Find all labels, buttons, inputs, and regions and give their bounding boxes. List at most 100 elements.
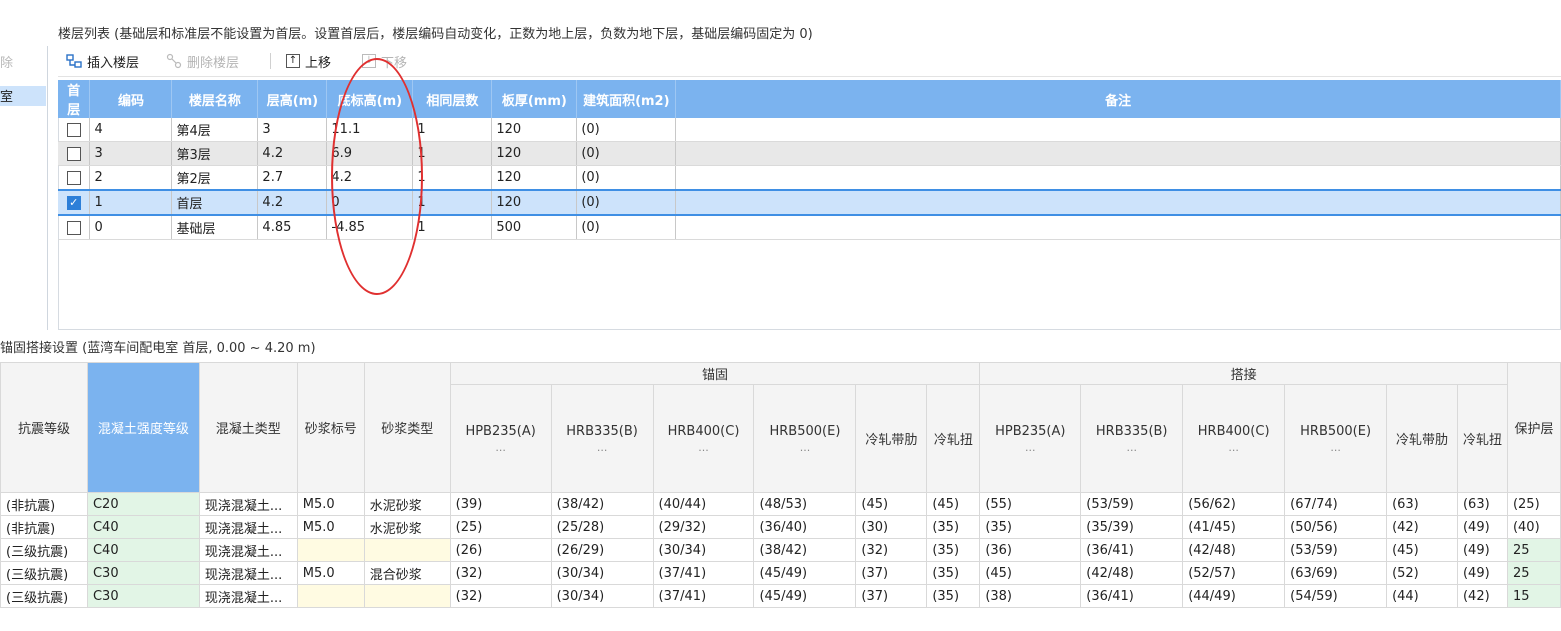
anchorage-cell[interactable]: C30	[86, 561, 200, 585]
floor-area-cell[interactable]: (0)	[576, 118, 677, 142]
col-header[interactable]: 备注	[675, 80, 1561, 118]
floor-height-cell[interactable]: 4.85	[257, 215, 328, 240]
anchorage-cell[interactable]: (44/49)	[1182, 584, 1286, 608]
floor-code-cell[interactable]: 2	[89, 165, 173, 191]
anchorage-cell[interactable]: (30/34)	[550, 561, 654, 585]
col-header[interactable]: 楼层名称	[171, 80, 259, 118]
anchorage-cell[interactable]	[296, 584, 365, 608]
anchorage-cell[interactable]: (54/59)	[1284, 584, 1388, 608]
anchorage-cell[interactable]: (35)	[926, 515, 981, 539]
anchorage-cell[interactable]: (36)	[979, 538, 1082, 562]
first-floor-checkbox-cell[interactable]	[58, 165, 91, 191]
floor-row[interactable]: 2 第2层 2.7 4.2 1 120 (0)	[58, 165, 1561, 191]
anchorage-cell[interactable]: (40)	[1506, 515, 1561, 539]
floor-name-cell[interactable]: 首层	[171, 189, 259, 216]
anchorage-cell[interactable]: (55)	[979, 492, 1082, 516]
first-floor-checkbox-cell[interactable]	[58, 118, 91, 142]
floor-row[interactable]: ✓ 1 首层 4.2 0 1 120 (0)	[58, 189, 1561, 216]
anchorage-cell[interactable]: (50/56)	[1284, 515, 1388, 539]
header-seismic[interactable]: 抗震等级	[0, 362, 88, 493]
anchorage-cell[interactable]: (30/34)	[550, 584, 654, 608]
floor-height-cell[interactable]: 4.2	[257, 189, 328, 216]
anchorage-cell[interactable]: M5.0	[296, 561, 365, 585]
floor-slab-cell[interactable]: 120	[491, 141, 578, 166]
col-header[interactable]: 层高(m)	[257, 80, 328, 118]
anchorage-cell[interactable]: C40	[86, 515, 200, 539]
anchorage-cell[interactable]: (67/74)	[1284, 492, 1388, 516]
header-hrb335-lap[interactable]: HRB335(B)...	[1080, 384, 1184, 493]
header-hrb400-anchor[interactable]: HRB400(C)...	[652, 384, 755, 493]
anchorage-cell[interactable]: 25	[1506, 561, 1561, 585]
anchorage-cell[interactable]: (26)	[449, 538, 552, 562]
anchorage-cell[interactable]: (25)	[1506, 492, 1561, 516]
header-hpb235-lap[interactable]: HPB235(A)...	[979, 384, 1082, 493]
anchorage-cell[interactable]: (37/41)	[652, 561, 755, 585]
anchorage-cell[interactable]: M5.0	[296, 492, 365, 516]
floor-height-cell[interactable]: 4.2	[257, 141, 328, 166]
anchorage-cell[interactable]: (44)	[1386, 584, 1458, 608]
floor-remark-cell[interactable]	[675, 118, 1561, 142]
floor-name-cell[interactable]: 第2层	[171, 165, 259, 191]
anchorage-cell[interactable]: (30/34)	[652, 538, 755, 562]
anchorage-cell[interactable]: (非抗震)	[0, 515, 88, 539]
col-header[interactable]: 相同层数	[412, 80, 493, 118]
anchorage-cell[interactable]: (45)	[979, 561, 1082, 585]
anchorage-cell[interactable]: (39)	[449, 492, 552, 516]
anchorage-cell[interactable]: (52)	[1386, 561, 1458, 585]
header-cold-twist-anchor[interactable]: 冷轧扭	[926, 384, 981, 493]
anchorage-cell[interactable]: (63/69)	[1284, 561, 1388, 585]
anchorage-cell[interactable]: (36/41)	[1080, 538, 1184, 562]
header-hrb500-anchor[interactable]: HRB500(E)...	[753, 384, 857, 493]
anchorage-cell[interactable]: C40	[86, 538, 200, 562]
floor-row[interactable]: 4 第4层 3 11.1 1 120 (0)	[58, 118, 1561, 142]
tree-item-selected[interactable]: 室	[0, 86, 46, 106]
floor-slab-cell[interactable]: 500	[491, 215, 578, 240]
anchorage-cell[interactable]: C30	[86, 584, 200, 608]
floor-area-cell[interactable]: (0)	[576, 165, 677, 191]
header-concrete-grade[interactable]: 混凝土强度等级	[86, 362, 200, 493]
header-hrb400-lap[interactable]: HRB400(C)...	[1182, 384, 1286, 493]
anchorage-cell[interactable]	[363, 538, 451, 562]
floor-same-count-cell[interactable]: 1	[412, 165, 493, 191]
anchorage-cell[interactable]: (45/49)	[753, 561, 857, 585]
anchorage-cell[interactable]: (36/41)	[1080, 584, 1184, 608]
floor-remark-cell[interactable]	[675, 165, 1561, 191]
anchorage-cell[interactable]: (38)	[979, 584, 1082, 608]
anchorage-cell[interactable]: (35)	[979, 515, 1082, 539]
anchorage-cell[interactable]: (36/40)	[753, 515, 857, 539]
anchorage-row[interactable]: (非抗震) C40 现浇混凝土... M5.0 水泥砂浆 (25) (25/28) (29/3…	[0, 515, 1561, 539]
insert-floor-button[interactable]: 插入楼层	[66, 51, 139, 71]
anchorage-cell[interactable]: 现浇混凝土...	[198, 584, 298, 608]
col-header[interactable]: 首层	[58, 80, 91, 118]
floor-same-count-cell[interactable]: 1	[412, 118, 493, 142]
anchorage-cell[interactable]: (63)	[1386, 492, 1458, 516]
floor-area-cell[interactable]: (0)	[576, 189, 677, 216]
floor-slab-cell[interactable]: 120	[491, 165, 578, 191]
floor-name-cell[interactable]: 第3层	[171, 141, 259, 166]
header-mortar-grade[interactable]: 砂浆标号	[296, 362, 365, 493]
anchorage-cell[interactable]	[363, 584, 451, 608]
anchorage-cell[interactable]: 混合砂浆	[363, 561, 451, 585]
floor-row[interactable]: 0 基础层 4.85 -4.85 1 500 (0)	[58, 215, 1561, 240]
header-hrb500-lap[interactable]: HRB500(E)...	[1284, 384, 1388, 493]
anchorage-cell[interactable]: 水泥砂浆	[363, 492, 451, 516]
delete-floor-button[interactable]: 删除楼层	[166, 51, 239, 71]
anchorage-cell[interactable]: (56/62)	[1182, 492, 1286, 516]
first-floor-checkbox-cell[interactable]: ✓	[58, 189, 91, 216]
anchorage-cell[interactable]: (25/28)	[550, 515, 654, 539]
move-up-button[interactable]: ↑ 上移	[286, 51, 331, 71]
col-header[interactable]: 板厚(mm)	[491, 80, 578, 118]
anchorage-cell[interactable]: (53/59)	[1080, 492, 1184, 516]
anchorage-cell[interactable]: (非抗震)	[0, 492, 88, 516]
floor-remark-cell[interactable]	[675, 141, 1561, 166]
anchorage-cell[interactable]: C20	[86, 492, 200, 516]
checkbox[interactable]	[66, 146, 81, 161]
floor-area-cell[interactable]: (0)	[576, 215, 677, 240]
anchorage-cell[interactable]: (三级抗震)	[0, 584, 88, 608]
col-header[interactable]: 建筑面积(m2)	[576, 80, 677, 118]
floor-slab-cell[interactable]: 120	[491, 189, 578, 216]
anchorage-cell[interactable]: 现浇混凝土...	[198, 561, 298, 585]
anchorage-cell[interactable]: (35/39)	[1080, 515, 1184, 539]
anchorage-cell[interactable]: (30)	[855, 515, 928, 539]
anchorage-cell[interactable]	[296, 538, 365, 562]
